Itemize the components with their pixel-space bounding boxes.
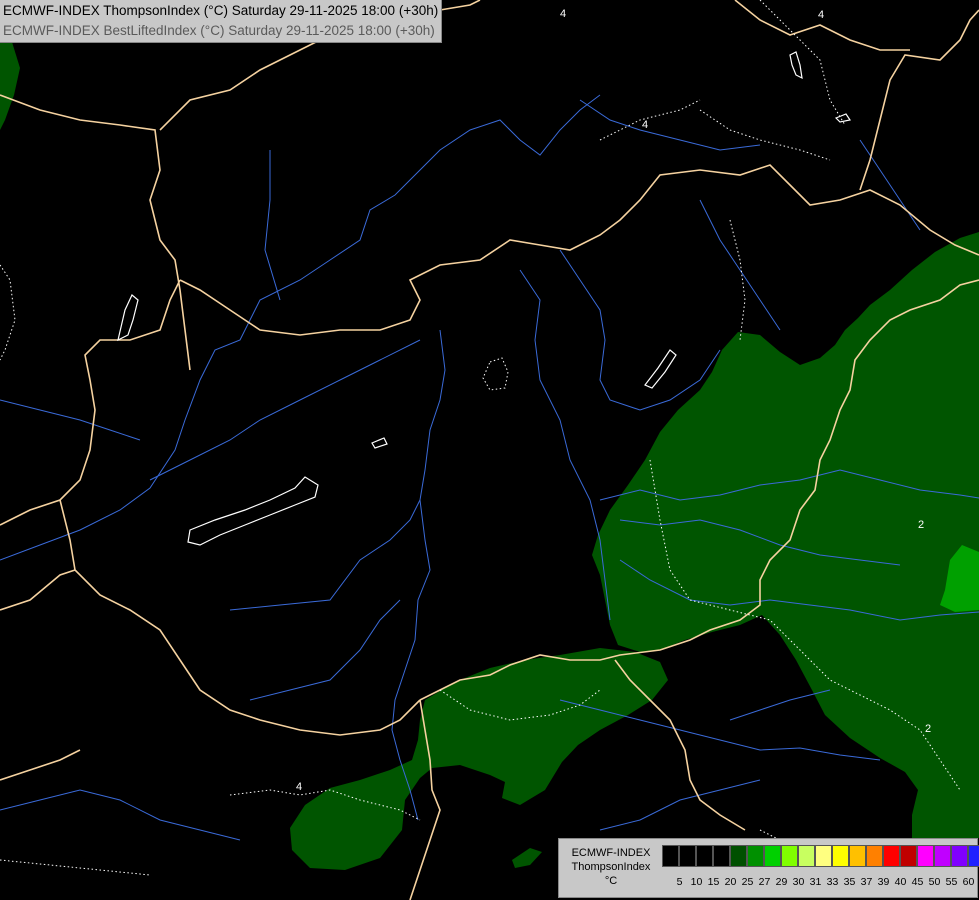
legend-labels: 5 10 15 20 25 27 29 30 31 33 35 37 39 40 45 50 55 60 (671, 875, 977, 889)
legend-level-label: 55 (945, 876, 958, 888)
legend-swatch (866, 845, 883, 867)
legend-title: ECMWF-INDEX ThompsonIndex °C (563, 846, 659, 888)
legend-swatch (832, 845, 849, 867)
legend-swatch (917, 845, 934, 867)
legend-swatch (662, 845, 679, 867)
map-title-box: ECMWF-INDEX ThompsonIndex (°C) Saturday … (0, 0, 443, 43)
weather-map: 4 4 4 2 2 4 4 (0, 0, 979, 900)
legend-swatch (798, 845, 815, 867)
contour-label: 4 (296, 781, 302, 793)
legend-swatch (934, 845, 951, 867)
legend-level-label: 45 (911, 876, 924, 888)
legend-swatch (747, 845, 764, 867)
legend-swatch (951, 845, 968, 867)
legend-swatch (781, 845, 798, 867)
legend-swatch (968, 845, 979, 867)
contour-label: 4 (642, 119, 648, 131)
contour-label: 2 (925, 723, 931, 735)
legend-swatch (713, 845, 730, 867)
legend-swatch (679, 845, 696, 867)
legend-swatch (900, 845, 917, 867)
contour-label: 2 (918, 519, 924, 531)
legend-level-label: 29 (775, 876, 788, 888)
legend-level-label: 10 (690, 876, 703, 888)
legend-level-label: 20 (724, 876, 737, 888)
legend-level-label: 37 (860, 876, 873, 888)
legend-title-unit: °C (604, 875, 618, 887)
legend-level-label: 39 (877, 876, 890, 888)
map-title-thompson: ECMWF-INDEX ThompsonIndex (°C) Saturday … (3, 3, 439, 18)
legend-title-model: ECMWF-INDEX (571, 847, 651, 859)
legend-level-label: 33 (826, 876, 839, 888)
legend-swatches (662, 845, 979, 867)
legend-swatch (764, 845, 781, 867)
color-legend: ECMWF-INDEX ThompsonIndex °C 5 10 15 20 25 27… (558, 838, 979, 898)
legend-level-label: 25 (741, 876, 754, 888)
map-title-bestlifted: ECMWF-INDEX BestLiftedIndex (°C) Saturda… (3, 23, 435, 38)
legend-swatch (883, 845, 900, 867)
legend-swatch (815, 845, 832, 867)
legend-level-label: 15 (707, 876, 720, 888)
legend-title-index: ThompsonIndex (571, 861, 651, 873)
legend-level-label: 50 (928, 876, 941, 888)
legend-swatch (849, 845, 866, 867)
contour-label: 4 (818, 9, 824, 21)
legend-level-label: 40 (894, 876, 907, 888)
legend-level-label: 31 (809, 876, 822, 888)
contour-label: 4 (560, 8, 566, 20)
legend-swatch (730, 845, 747, 867)
legend-level-label: 5 (676, 876, 683, 888)
legend-level-label: 60 (962, 876, 975, 888)
legend-level-label: 35 (843, 876, 856, 888)
legend-level-label: 30 (792, 876, 805, 888)
legend-level-label: 27 (758, 876, 771, 888)
legend-swatch (696, 845, 713, 867)
